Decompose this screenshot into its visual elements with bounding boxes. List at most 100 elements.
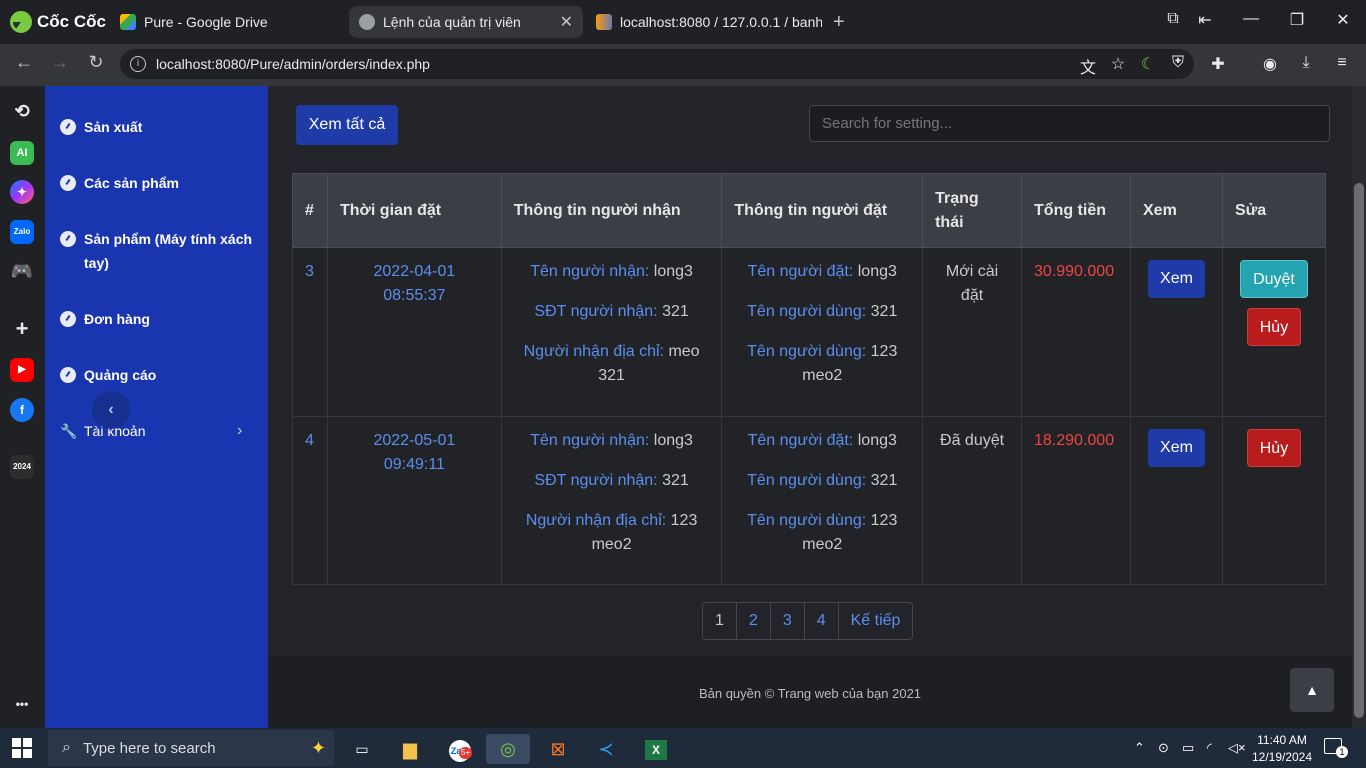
pagination: 1 2 3 4 Kế tiếp: [702, 602, 914, 640]
view-order-button[interactable]: Xem: [1148, 429, 1205, 467]
profile-icon[interactable]: ◉: [1258, 54, 1282, 74]
globe-icon: [359, 14, 375, 30]
translate-icon[interactable]: 文: [1076, 54, 1100, 78]
browser-brand[interactable]: Cốc Cốc: [10, 10, 106, 34]
sidebar-item-orders[interactable]: Đơn hàng: [60, 307, 260, 331]
scrollbar-thumb[interactable]: [1354, 183, 1364, 718]
reload-icon[interactable]: ↻: [83, 52, 109, 73]
order-id[interactable]: 3: [292, 247, 328, 417]
messenger-icon[interactable]: ✦: [10, 180, 34, 204]
file-explorer-icon[interactable]: ▆: [388, 734, 432, 764]
ai-icon[interactable]: AI: [10, 141, 34, 165]
orders-table: # Thời gian đặt Thông tin người nhận Thô…: [292, 173, 1327, 585]
search-input[interactable]: [809, 105, 1330, 142]
new-tab-icon[interactable]: +: [833, 11, 845, 34]
page-link-3[interactable]: 3: [771, 603, 805, 639]
sidebar-item-account[interactable]: 🔧 Tài khoản: [60, 419, 260, 443]
more-icon[interactable]: •••: [10, 692, 34, 716]
coccoc-taskbar-icon[interactable]: ◎: [486, 734, 530, 764]
history-icon[interactable]: ⟲: [10, 99, 34, 123]
order-total: 30.990.000: [1021, 247, 1131, 417]
zalo-badge: 5+: [459, 747, 473, 759]
zalo-icon[interactable]: Zalo: [10, 220, 34, 244]
add-icon[interactable]: +: [10, 317, 34, 341]
game-icon[interactable]: 🎮: [10, 259, 34, 283]
facebook-icon[interactable]: f: [10, 398, 34, 422]
taskbar-clock[interactable]: 11:40 AM 12/19/2024: [1248, 732, 1316, 766]
scroll-to-top-button[interactable]: ▲: [1290, 668, 1334, 712]
tab-phpmyadmin[interactable]: localhost:8080 / 127.0.0.1 / banha: [586, 6, 822, 38]
screenshot-icon[interactable]: ⧉: [1158, 10, 1188, 28]
extensions-icon[interactable]: ✚: [1206, 54, 1230, 74]
dark-mode-icon[interactable]: ☾: [1136, 54, 1160, 74]
tray-meet-icon[interactable]: ⊙: [1158, 740, 1169, 756]
order-date: 2022-05-01: [373, 432, 456, 449]
sidebar-item-ads[interactable]: Quảng cáo: [60, 363, 260, 387]
year-2024-icon[interactable]: 2024: [10, 455, 34, 479]
orderer-name-label: Tên người đặt:: [747, 432, 854, 449]
task-view-icon[interactable]: ▭: [340, 734, 384, 764]
taskbar-search[interactable]: ⌕ Type here to search ✦: [48, 730, 334, 766]
restore-icon[interactable]: ❐: [1282, 10, 1312, 30]
notifications-icon[interactable]: 1: [1324, 738, 1348, 758]
page-link-4[interactable]: 4: [805, 603, 839, 639]
cancel-order-button[interactable]: Hủy: [1246, 308, 1302, 346]
sidebar-collapse-button[interactable]: ‹: [92, 391, 130, 429]
chevron-right-icon[interactable]: ›: [237, 419, 242, 443]
minimize-icon[interactable]: —: [1236, 10, 1266, 28]
dashboard-icon: [60, 231, 76, 247]
tab-admin-orders[interactable]: Lệnh của quản trị viên ✕: [349, 6, 583, 38]
back-icon[interactable]: ←: [11, 52, 37, 73]
approve-order-button[interactable]: Duyệt: [1240, 260, 1308, 298]
sidebar-item-label: Sản phẩm (Máy tính xách tay): [84, 231, 253, 271]
tab-google-drive[interactable]: Pure - Google Drive: [110, 6, 340, 38]
col-header-total: Tổng tiền: [1021, 173, 1131, 248]
battery-icon[interactable]: ▭: [1182, 740, 1194, 756]
sidebar-item-laptops[interactable]: Sản phẩm (Máy tính xách tay): [60, 227, 255, 275]
orderer-username-value: 321: [870, 303, 898, 320]
orderer-username-label: Tên người dùng:: [747, 472, 867, 489]
sidebar-item-production[interactable]: Sản xuất: [60, 115, 260, 139]
orderer-username: Tên người dùng: 321: [734, 300, 910, 324]
order-clock: 08:55:37: [383, 287, 446, 304]
coccoc-logo-icon: [10, 11, 32, 33]
cancel-order-button[interactable]: Hủy: [1246, 429, 1302, 467]
site-info-icon[interactable]: i: [130, 56, 146, 72]
menu-icon[interactable]: ≡: [1330, 54, 1354, 72]
vscode-icon[interactable]: ≺: [584, 734, 628, 764]
youtube-icon[interactable]: ▶: [10, 358, 34, 382]
clock-date: 12/19/2024: [1251, 750, 1313, 764]
recipient-address-label: Người nhận địa chỉ:: [523, 343, 664, 360]
tab-title: Lệnh của quản trị viên: [383, 14, 521, 30]
view-order-button[interactable]: Xem: [1148, 260, 1205, 298]
order-total: 18.290.000: [1021, 416, 1131, 585]
shield-icon[interactable]: ⛨: [1166, 54, 1190, 72]
next-page-link[interactable]: Kế tiếp: [839, 603, 913, 639]
edit-cell: Duyệt Hủy: [1221, 247, 1327, 417]
order-id[interactable]: 4: [292, 416, 328, 585]
wifi-icon[interactable]: ◜: [1207, 740, 1212, 756]
col-header-status: Trạng thái: [922, 173, 1023, 248]
bookmark-star-icon[interactable]: ☆: [1106, 54, 1130, 74]
close-tab-icon[interactable]: ✕: [560, 12, 573, 32]
phpmyadmin-icon: [596, 14, 612, 30]
view-all-button[interactable]: Xem tất cả: [296, 105, 398, 145]
volume-icon[interactable]: ◁×: [1228, 740, 1246, 756]
download-icon[interactable]: ⤓: [1294, 54, 1318, 72]
forward-icon[interactable]: →: [47, 52, 73, 73]
close-window-icon[interactable]: ✕: [1328, 10, 1358, 30]
excel-icon[interactable]: X: [634, 734, 678, 764]
dashboard-icon: [60, 119, 76, 135]
zalo-taskbar-icon[interactable]: Zalo 5+: [438, 734, 482, 764]
order-time: 2022-04-01 08:55:37: [326, 247, 502, 417]
back-history-icon[interactable]: ⇤: [1190, 10, 1220, 30]
tab-title: localhost:8080 / 127.0.0.1 / banha: [620, 14, 822, 30]
page-link-2[interactable]: 2: [737, 603, 771, 639]
xampp-icon[interactable]: ⊠: [536, 734, 580, 764]
recipient-info: Tên người nhận: long3 SĐT người nhận: 32…: [500, 416, 723, 585]
page-link-1[interactable]: 1: [703, 603, 737, 639]
url-bar[interactable]: i localhost:8080/Pure/admin/orders/index…: [120, 49, 1194, 79]
sidebar-item-products[interactable]: Các sản phẩm: [60, 171, 260, 195]
tray-chevron-icon[interactable]: ⌃: [1134, 740, 1145, 756]
windows-start-icon[interactable]: [12, 738, 32, 758]
